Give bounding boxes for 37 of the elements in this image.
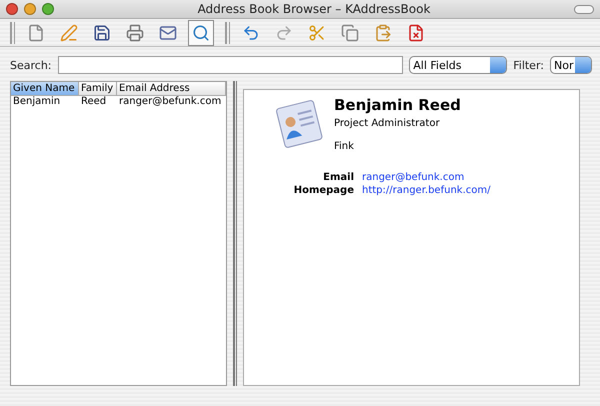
search-field[interactable] [58, 56, 404, 74]
search-button[interactable] [188, 20, 214, 46]
column-header[interactable]: Family [79, 82, 117, 95]
clipboard-icon [374, 24, 392, 42]
delete-document-icon [407, 24, 425, 42]
contact-organization: Fink [334, 141, 355, 152]
toolbar-handle[interactable] [10, 22, 15, 44]
search-icon [192, 24, 210, 42]
envelope-icon [159, 24, 177, 42]
toolbar-handle[interactable] [225, 22, 230, 44]
printer-icon [126, 24, 144, 42]
column-header[interactable]: Email Address [117, 82, 226, 95]
field-link[interactable]: ranger@befunk.com [362, 172, 490, 183]
table-cell-text: Reed [80, 96, 108, 107]
undo-icon [242, 24, 260, 42]
minimize-button[interactable] [24, 3, 36, 15]
zoom-button[interactable] [42, 3, 54, 15]
pencil-icon [60, 24, 78, 42]
table-cell-text: ranger@befunk.com [118, 96, 222, 107]
field-dropdown[interactable]: All Fields [409, 56, 508, 74]
contact-name: Benjamin Reed [334, 96, 461, 114]
column-header[interactable]: Given Name [11, 82, 79, 95]
redo-icon [275, 24, 293, 42]
filter-label: Filter: [513, 58, 544, 72]
field-link[interactable]: http://ranger.befunk.com/ [362, 185, 490, 196]
close-button[interactable] [6, 3, 18, 15]
filter-dropdown[interactable]: Nor [550, 56, 592, 74]
copy-icon [341, 24, 359, 42]
field-label: Email [322, 172, 354, 183]
search-label: Search: [10, 58, 52, 72]
field-label: Homepage [292, 185, 354, 196]
document-icon [27, 24, 45, 42]
table-cell-text: Benjamin [12, 96, 62, 107]
window-title: Address Book Browser – KAddressBook [196, 2, 432, 16]
toolbar-toggle-button[interactable] [574, 4, 594, 14]
contact-role: Project Administrator [334, 118, 441, 129]
scissors-icon [308, 24, 326, 42]
